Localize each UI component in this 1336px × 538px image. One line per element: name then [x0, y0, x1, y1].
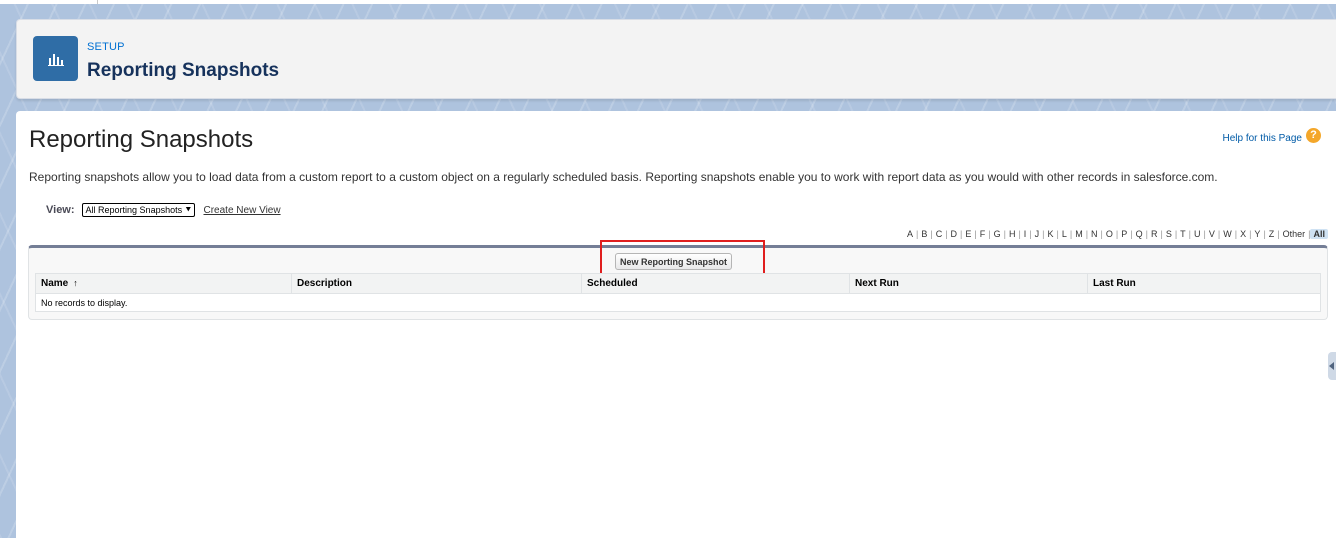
table-header-row: Name ↑ Description Scheduled Next Run Las…: [35, 273, 1321, 294]
alphabet-filter-t[interactable]: T: [1177, 229, 1189, 239]
collapse-sidebar-handle[interactable]: [1328, 352, 1336, 380]
alphabet-filter-k[interactable]: K: [1044, 229, 1056, 239]
header-title: Reporting Snapshots: [87, 60, 280, 81]
alphabet-filter-s[interactable]: S: [1163, 229, 1175, 239]
alphabet-filter-n[interactable]: N: [1088, 229, 1101, 239]
alphabet-filter-h[interactable]: H: [1006, 229, 1019, 239]
alphabet-filter-x[interactable]: X: [1237, 229, 1249, 239]
sort-ascending-icon: ↑: [73, 278, 78, 288]
alphabet-filter-c[interactable]: C: [933, 229, 946, 239]
view-row: View: All Reporting Snapshots ⯆ Create N…: [46, 202, 281, 218]
button-row: New Reporting Snapshot: [29, 240, 1327, 280]
alphabet-filter-q[interactable]: Q: [1133, 229, 1146, 239]
alphabet-filter-a[interactable]: A: [904, 229, 916, 239]
help-icon[interactable]: ?: [1306, 128, 1321, 143]
view-label: View:: [46, 204, 75, 216]
alphabet-filter-all[interactable]: All: [1310, 229, 1328, 239]
page-title: Reporting Snapshots: [29, 126, 254, 153]
alphabet-filter-u[interactable]: U: [1191, 229, 1204, 239]
snapshot-table: Name ↑ Description Scheduled Next Run Las…: [35, 273, 1321, 312]
list-block: New Reporting Snapshot Name ↑ Description…: [28, 240, 1328, 320]
alphabet-filter-r[interactable]: R: [1148, 229, 1161, 239]
setup-header: SETUP Reporting Snapshots: [16, 19, 1336, 99]
alphabet-filter-p[interactable]: P: [1118, 229, 1130, 239]
column-header-last-run[interactable]: Last Run: [1087, 273, 1321, 294]
alphabet-filter-m[interactable]: M: [1072, 229, 1086, 239]
alphabet-filter-l[interactable]: L: [1059, 229, 1070, 239]
column-header-description[interactable]: Description: [291, 273, 582, 294]
alphabet-filter-f[interactable]: F: [977, 229, 989, 239]
create-new-view-link[interactable]: Create New View: [204, 205, 281, 216]
alphabet-filter-j[interactable]: J: [1032, 229, 1043, 239]
alphabet-filter-g[interactable]: G: [991, 229, 1004, 239]
help-link[interactable]: Help for this Page: [1223, 133, 1303, 144]
header-eyebrow: SETUP: [87, 41, 125, 53]
view-select-value: All Reporting Snapshots: [85, 205, 183, 215]
top-strip: [0, 0, 1336, 4]
alphabet-filter-b[interactable]: B: [918, 229, 930, 239]
column-header-name[interactable]: Name ↑: [35, 273, 292, 294]
bar-chart-icon: [33, 36, 78, 81]
column-header-scheduled[interactable]: Scheduled: [581, 273, 850, 294]
column-header-next-run[interactable]: Next Run: [849, 273, 1088, 294]
main-content: Reporting Snapshots Help for this Page ?…: [16, 111, 1336, 538]
alphabet-filter-y[interactable]: Y: [1251, 229, 1263, 239]
alphabet-filter-other[interactable]: Other: [1280, 229, 1309, 239]
alphabet-filter-w[interactable]: W: [1220, 229, 1235, 239]
empty-message: No records to display.: [41, 297, 128, 308]
chevron-down-icon: ⯆: [185, 205, 192, 214]
page-description: Reporting snapshots allow you to load da…: [29, 170, 1218, 184]
alphabet-filter-o[interactable]: O: [1103, 229, 1116, 239]
alphabet-filter-i[interactable]: I: [1021, 229, 1030, 239]
alphabet-filter-v[interactable]: V: [1206, 229, 1218, 239]
view-select[interactable]: All Reporting Snapshots ⯆: [81, 203, 195, 217]
alphabet-filter: A | B | C | D | E | F | G | H | I | J | K | L | M | N | O | P | Q | R | S | T |…: [904, 227, 1328, 241]
alphabet-filter-e[interactable]: E: [962, 229, 974, 239]
alphabet-filter-d[interactable]: D: [948, 229, 961, 239]
table-row: No records to display.: [36, 294, 1321, 312]
alphabet-filter-z[interactable]: Z: [1266, 229, 1278, 239]
